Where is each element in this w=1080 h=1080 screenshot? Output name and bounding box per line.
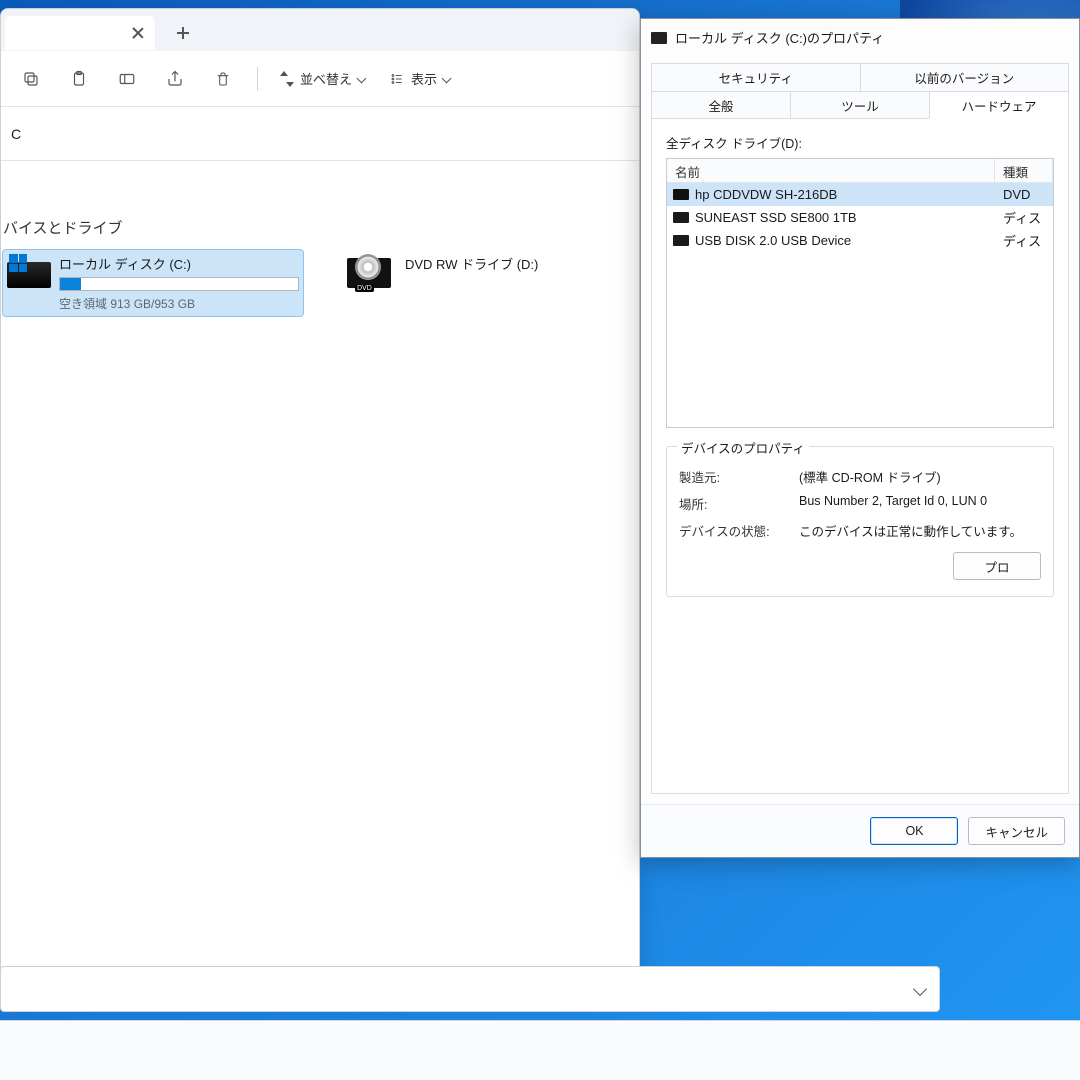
cancel-button[interactable]: キャンセル: [968, 817, 1065, 845]
tab-general[interactable]: 全般: [651, 91, 791, 119]
address-bar[interactable]: C: [1, 107, 639, 161]
drive-name: hp CDDVDW SH-216DB: [695, 187, 997, 202]
file-explorer-window: 並べ替え 表示 C バイスとドライブ ローカル ディスク (C:) 空き領域 9…: [0, 8, 640, 998]
manufacturer-value: (標準 CD-ROM ドライブ): [799, 467, 1041, 486]
dialog-title: ローカル ディスク (C:)のプロパティ: [675, 28, 884, 47]
dvd-drive-d[interactable]: DVD DVD RW ドライブ (D:): [343, 250, 637, 298]
drive-name: SUNEAST SSD SE800 1TB: [695, 210, 997, 225]
col-name[interactable]: 名前: [667, 159, 995, 182]
disk-icon: [673, 212, 689, 223]
list-item[interactable]: hp CDDVDW SH-216DB DVD: [667, 183, 1053, 206]
rename-button[interactable]: [107, 59, 147, 99]
manufacturer-label: 製造元:: [679, 467, 799, 486]
dvd-icon: [673, 189, 689, 200]
view-button[interactable]: 表示: [381, 61, 458, 97]
list-item[interactable]: SUNEAST SSD SE800 1TB ディス: [667, 206, 1053, 229]
devices-drives-header[interactable]: バイスとドライブ: [3, 217, 637, 238]
address-text: C: [11, 126, 21, 142]
sort-button[interactable]: 並べ替え: [272, 61, 373, 97]
view-label: 表示: [411, 69, 437, 88]
bottom-bar: [0, 1020, 1080, 1080]
drive-name: DVD RW ドライブ (D:): [405, 254, 633, 273]
bottom-dropdown-field[interactable]: [0, 966, 940, 1012]
dialog-titlebar[interactable]: ローカル ディスク (C:)のプロパティ: [641, 19, 1079, 55]
content-area: バイスとドライブ ローカル ディスク (C:) 空き領域 913 GB/953 …: [1, 161, 639, 997]
tab-tools[interactable]: ツール: [790, 91, 930, 119]
dialog-button-row: OK キャンセル: [641, 804, 1079, 857]
status-label: デバイスの状態:: [679, 521, 799, 540]
chevron-down-icon: [442, 74, 452, 84]
tab-bar: [1, 9, 639, 51]
drive-free-space: 空き領域 913 GB/953 GB: [59, 295, 299, 312]
local-disk-c[interactable]: ローカル ディスク (C:) 空き領域 913 GB/953 GB: [3, 250, 303, 316]
new-tab-button[interactable]: [167, 17, 199, 49]
location-label: 場所:: [679, 494, 799, 513]
sort-label: 並べ替え: [300, 69, 352, 88]
close-icon[interactable]: [131, 26, 145, 40]
drive-name: USB DISK 2.0 USB Device: [695, 233, 997, 248]
window-tab[interactable]: [5, 16, 155, 50]
ok-button[interactable]: OK: [870, 817, 958, 845]
hardware-tab-panel: 全ディスク ドライブ(D): 名前 種類 hp CDDVDW SH-216DB D…: [651, 118, 1069, 794]
all-drives-label: 全ディスク ドライブ(D):: [666, 133, 1054, 152]
device-properties-legend: デバイスのプロパティ: [677, 438, 809, 457]
delete-button[interactable]: [203, 59, 243, 99]
chevron-down-icon: [913, 982, 927, 996]
dvd-badge: DVD: [355, 285, 374, 292]
drive-type: ディス: [1003, 208, 1047, 227]
location-value: Bus Number 2, Target Id 0, LUN 0: [799, 494, 1041, 513]
copy-button[interactable]: [11, 59, 51, 99]
drives-list[interactable]: 名前 種類 hp CDDVDW SH-216DB DVD SUNEAST SSD S…: [666, 158, 1054, 428]
paste-button[interactable]: [59, 59, 99, 99]
disk-icon: [673, 235, 689, 246]
drives-row: ローカル ディスク (C:) 空き領域 913 GB/953 GB DVD DV…: [3, 250, 637, 316]
toolbar: 並べ替え 表示: [1, 51, 639, 107]
chevron-down-icon: [357, 74, 367, 84]
sort-icon: [280, 71, 294, 87]
tab-previous-versions[interactable]: 以前のバージョン: [860, 63, 1070, 91]
plus-icon: [177, 27, 189, 39]
drive-type: ディス: [1003, 231, 1047, 250]
view-icon: [389, 72, 405, 86]
status-value: このデバイスは正常に動作しています。: [799, 521, 1041, 540]
device-properties-group: デバイスのプロパティ 製造元:(標準 CD-ROM ドライブ) 場所:Bus N…: [666, 446, 1054, 597]
drive-name: ローカル ディスク (C:): [59, 254, 299, 273]
device-properties-button[interactable]: プロ: [953, 552, 1041, 580]
capacity-bar: [59, 277, 299, 291]
col-type[interactable]: 種類: [995, 159, 1053, 182]
disk-properties-dialog: ローカル ディスク (C:)のプロパティ セキュリティ 以前のバージョン 全般 …: [640, 18, 1080, 858]
dvd-icon: DVD: [347, 254, 395, 294]
list-header[interactable]: 名前 種類: [667, 159, 1053, 183]
share-button[interactable]: [155, 59, 195, 99]
tab-strip: セキュリティ 以前のバージョン 全般 ツール ハードウェア: [641, 55, 1079, 119]
separator: [257, 67, 258, 91]
tab-security[interactable]: セキュリティ: [651, 63, 861, 91]
disk-icon: [651, 32, 667, 44]
drive-type: DVD: [1003, 187, 1047, 202]
list-item[interactable]: USB DISK 2.0 USB Device ディス: [667, 229, 1053, 252]
disk-icon: [7, 254, 49, 294]
tab-hardware[interactable]: ハードウェア: [929, 91, 1069, 119]
